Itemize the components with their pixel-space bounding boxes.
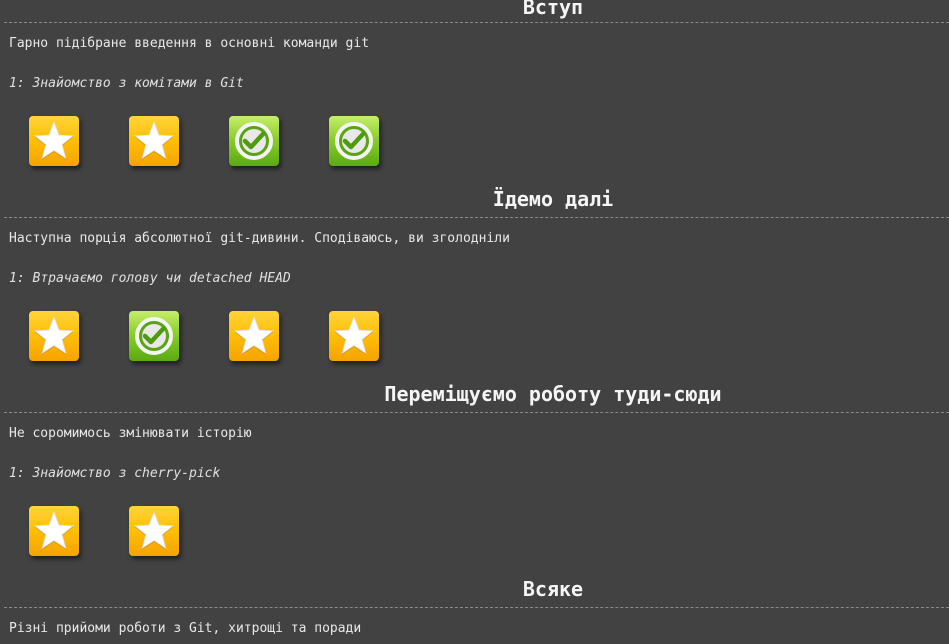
- sequence-description: Гарно підібране введення в основні коман…: [9, 36, 370, 51]
- selected-level-name: 1: Знайомство з комітами в Git: [9, 76, 244, 91]
- sequence-description: Наступна порція абсолютної git-дивини. С…: [9, 231, 510, 246]
- sequence-divider: [4, 22, 949, 23]
- sequence-description: Різні прийоми роботи з Git, хитрощі та п…: [9, 621, 362, 636]
- level-tile-1[interactable]: [29, 116, 79, 166]
- level-tile-3[interactable]: [229, 116, 279, 166]
- level-tile-1[interactable]: [29, 506, 79, 556]
- sequence-title: Всяке: [522, 577, 584, 601]
- level-tile-2[interactable]: [129, 311, 179, 361]
- sequence-title: Переміщуємо роботу туди-сюди: [384, 382, 722, 406]
- sequence-divider: [4, 607, 949, 608]
- selected-level-name: 1: Втрачаємо голову чи detached HEAD: [9, 271, 291, 286]
- sequence-title: Їдемо далі: [492, 187, 614, 211]
- level-tile-4[interactable]: [329, 311, 379, 361]
- sequence-title: Вступ: [522, 0, 584, 19]
- sequence-divider: [4, 217, 949, 218]
- level-tile-3[interactable]: [229, 311, 279, 361]
- level-tile-2[interactable]: [129, 506, 179, 556]
- level-tile-1[interactable]: [29, 311, 79, 361]
- selected-level-name: 1: Знайомство з cherry-pick: [9, 466, 221, 481]
- level-select-page: Вступ Гарно підібране введення в основні…: [0, 0, 949, 644]
- sequence-description: Не соромимось змінювати історію: [9, 426, 252, 441]
- sequence-divider: [4, 412, 949, 413]
- level-tile-4[interactable]: [329, 116, 379, 166]
- level-tile-2[interactable]: [129, 116, 179, 166]
